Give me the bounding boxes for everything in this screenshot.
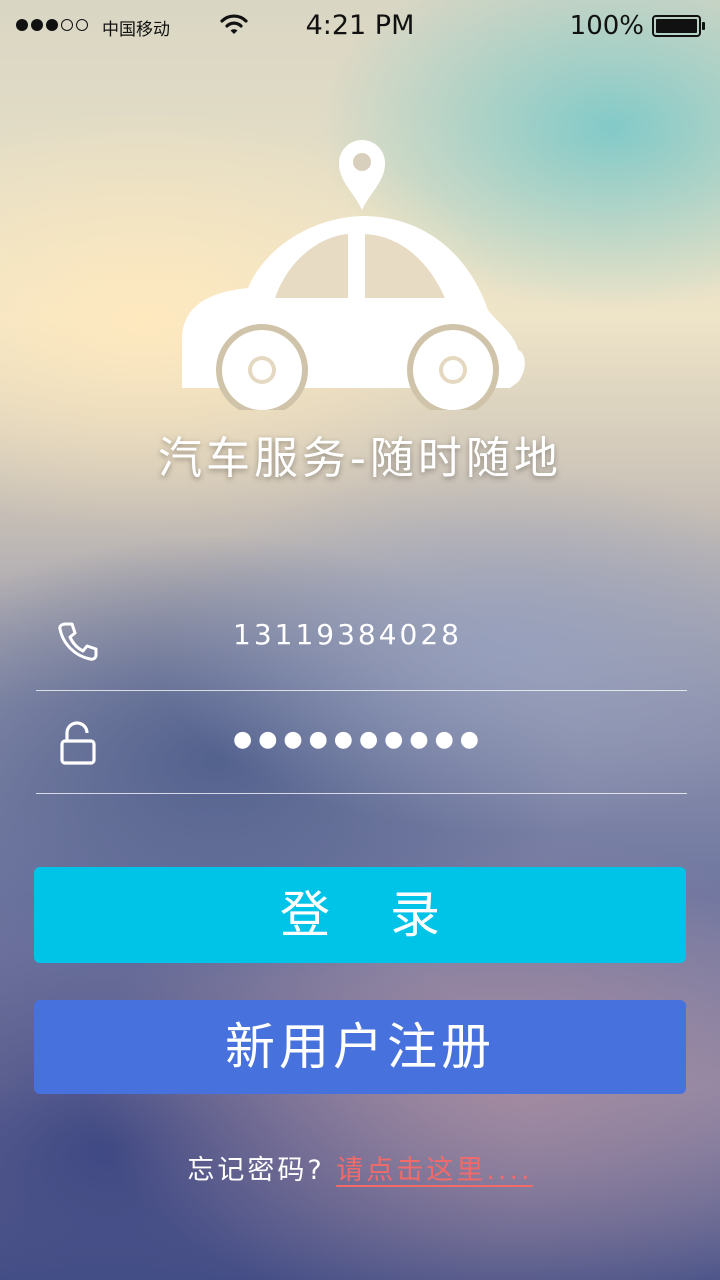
phone-icon <box>58 622 98 661</box>
forgot-password-label: 忘记密码? <box>187 1155 325 1186</box>
unlock-icon <box>60 721 96 765</box>
app-slogan: 汽车服务-随时随地 <box>158 433 562 484</box>
register-button[interactable]: 新用户注册 <box>34 1000 686 1094</box>
battery-percentage: 100% <box>569 11 644 41</box>
phone-field[interactable]: 13119384028 <box>36 590 687 691</box>
password-field[interactable]: ●●●●●●●●●● <box>36 693 687 794</box>
login-button[interactable]: 登录 <box>34 867 686 963</box>
battery-icon <box>652 15 705 37</box>
forgot-password-link[interactable]: 请点击这里.... <box>336 1155 532 1186</box>
forgot-password: 忘记密码? 请点击这里.... <box>0 1148 720 1187</box>
phone-input[interactable]: 13119384028 <box>233 618 462 651</box>
password-input[interactable]: ●●●●●●●●●● <box>233 727 485 752</box>
status-bar: 中国移动 4:21 PM 100% <box>0 0 720 52</box>
car-location-pin-icon <box>182 140 525 410</box>
